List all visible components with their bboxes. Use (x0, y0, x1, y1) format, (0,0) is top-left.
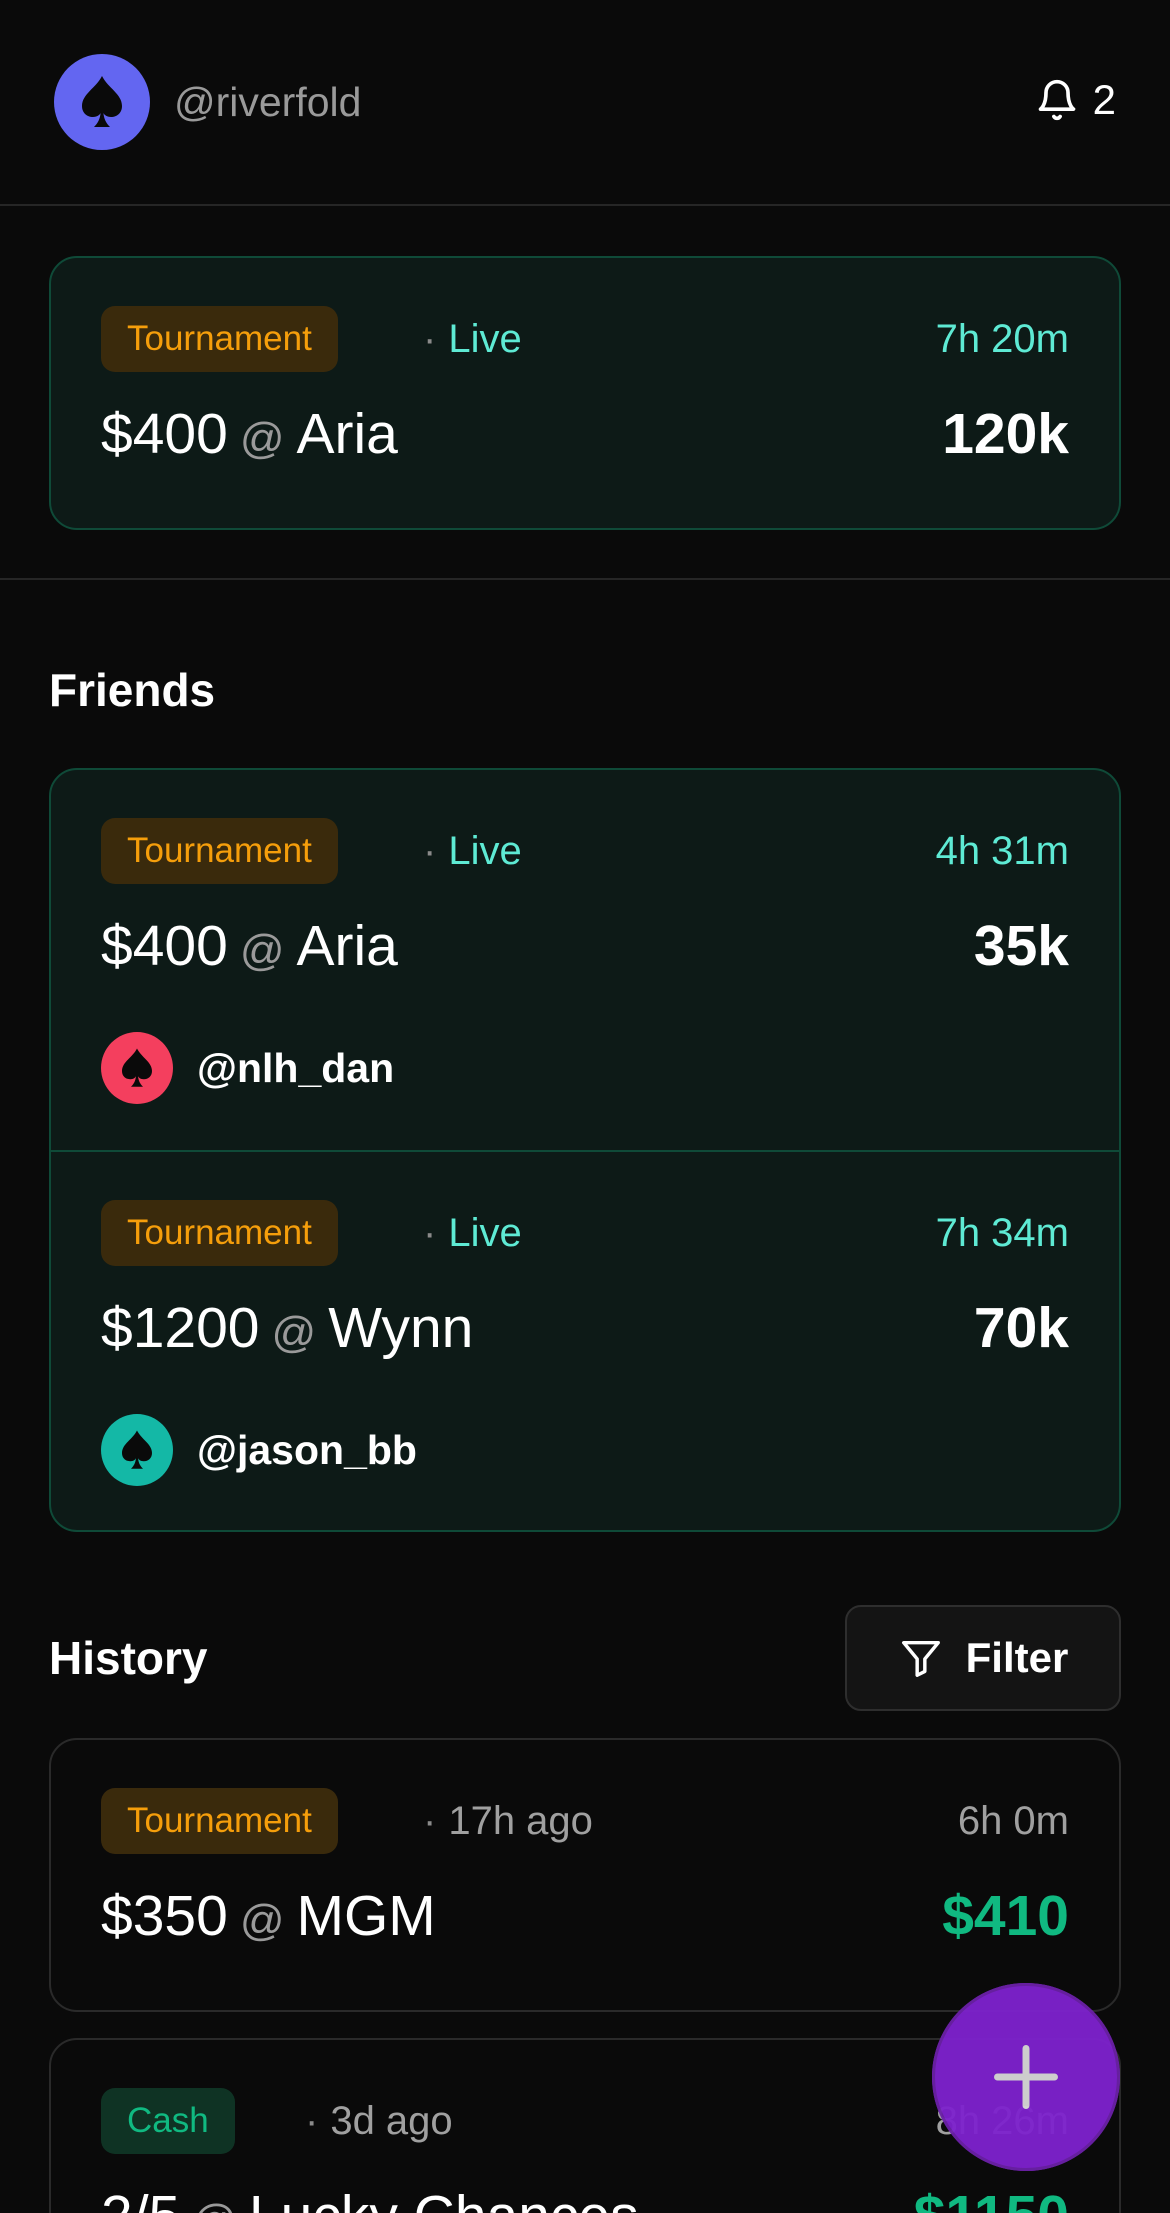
history-session-card[interactable]: Tournament · 17h ago 6h 0m $350 @ MGM $410 (49, 1738, 1121, 2012)
session-duration: 7h 20m (935, 317, 1069, 361)
friend-username: @nlh_dan (197, 1044, 395, 1091)
spade-icon (122, 1430, 152, 1469)
session-time-ago: · 3d ago (305, 2099, 453, 2143)
friend-avatar (101, 1414, 173, 1486)
session-result: $1150 (914, 2180, 1069, 2213)
spade-icon (82, 76, 122, 127)
add-session-button[interactable] (932, 1983, 1120, 2171)
session-buyin-venue: $400 @ Aria (101, 914, 398, 978)
spade-icon (122, 1048, 152, 1087)
session-stack: 35k (973, 914, 1069, 978)
session-type-badge: Tournament (101, 306, 338, 372)
session-duration: 4h 31m (935, 829, 1069, 873)
funnel-icon (901, 1640, 940, 1677)
session-buyin-venue: $400 @ Aria (101, 402, 398, 466)
session-buyin-venue: $350 @ MGM (101, 1884, 436, 1948)
session-type-badge: Tournament (101, 1788, 338, 1854)
bell-icon (1038, 79, 1075, 121)
friend-session[interactable]: Tournament · Live 7h 34m $1200 @ Wynn 70k @… (51, 1150, 1119, 1530)
session-status: · Live (423, 1211, 522, 1255)
user-avatar[interactable] (54, 54, 150, 150)
friend-info[interactable]: @nlh_dan (101, 1032, 394, 1104)
filter-button[interactable]: Filter (845, 1605, 1121, 1711)
session-buyin-venue: 2/5@Lucky Chances (101, 2180, 639, 2213)
session-type-badge: Cash (101, 2088, 235, 2154)
app-header: @riverfold 2 (0, 0, 1170, 206)
session-status: · Live (423, 317, 522, 361)
plus-icon (994, 2045, 1058, 2109)
friends-sessions-card: Tournament · Live 4h 31m $400 @ Aria 35k @n… (49, 768, 1121, 1532)
session-stack: 120k (942, 402, 1069, 466)
session-time-ago: · 17h ago (423, 1799, 593, 1843)
friends-title: Friends (49, 664, 216, 716)
section-divider (0, 578, 1170, 580)
session-result: $410 (942, 1884, 1069, 1948)
session-stack: 70k (973, 1296, 1069, 1360)
active-session-card[interactable]: Tournament · Live 7h 20m $400 @ Aria 120k (49, 256, 1121, 530)
username: @riverfold (174, 79, 362, 125)
history-title: History (49, 1632, 208, 1684)
friend-info[interactable]: @jason_bb (101, 1414, 417, 1486)
friend-avatar (101, 1032, 173, 1104)
session-buyin-venue: $1200 @ Wynn (101, 1296, 474, 1360)
session-duration: 6h 0m (957, 1799, 1069, 1843)
session-type-badge: Tournament (101, 1200, 338, 1266)
session-type-badge: Tournament (101, 818, 338, 884)
friend-username: @jason_bb (197, 1426, 417, 1473)
notification-count: 2 (1092, 76, 1116, 123)
friend-session[interactable]: Tournament · Live 4h 31m $400 @ Aria 35k @n… (51, 770, 1119, 1150)
session-status: · Live (423, 829, 522, 873)
notifications-button[interactable]: 2 (1035, 74, 1116, 126)
session-duration: 7h 34m (935, 1211, 1069, 1255)
filter-label: Filter (965, 1634, 1069, 1681)
